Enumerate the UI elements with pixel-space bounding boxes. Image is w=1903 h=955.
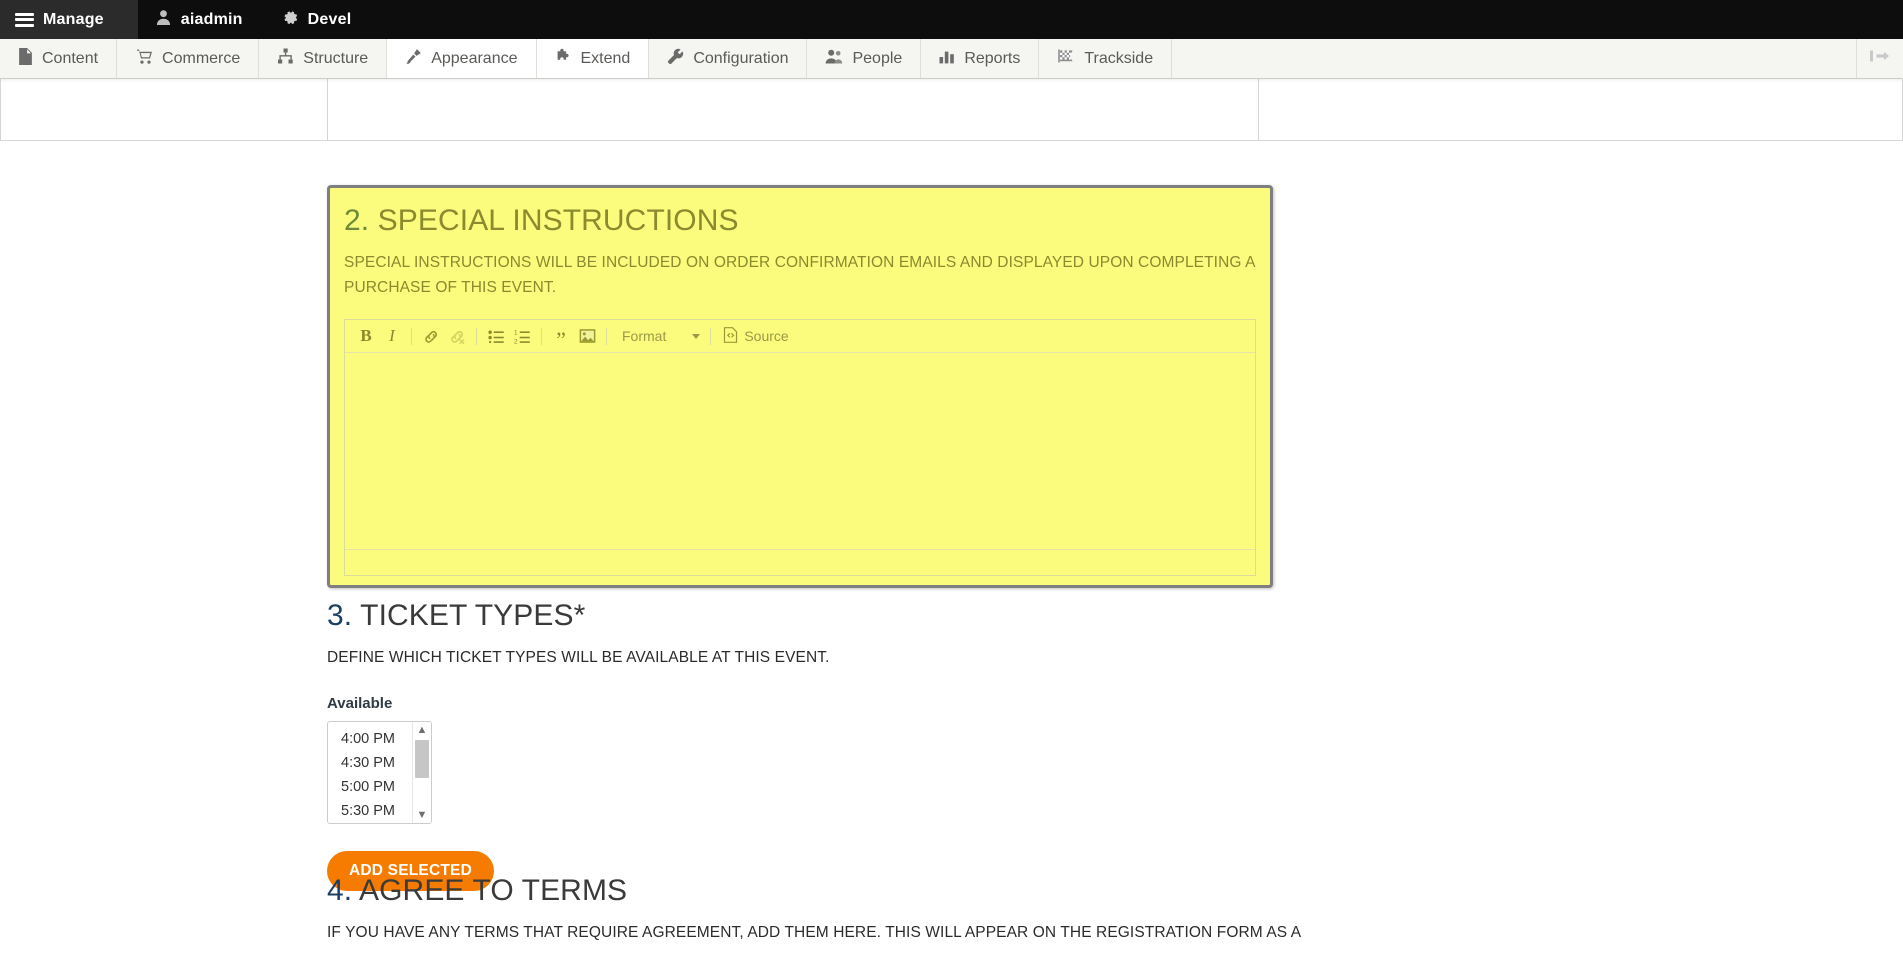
tray-item-appearance[interactable]: Appearance (387, 39, 537, 78)
list-item[interactable]: 5:30 PM (328, 799, 412, 823)
tray-item-configuration-label: Configuration (693, 49, 789, 67)
source-button[interactable]: Source (717, 324, 794, 348)
tray-item-commerce-label: Commerce (162, 49, 241, 67)
ticket-types-listbox[interactable]: 4:00 PM 4:30 PM 5:00 PM 5:30 PM ▲ ▼ (327, 721, 432, 824)
tray-item-structure[interactable]: Structure (259, 39, 388, 78)
toolbar-separator (476, 327, 477, 345)
sitemap-icon (277, 48, 294, 69)
admin-menu-account-label: aiadmin (180, 10, 243, 28)
format-dropdown-label: Format (622, 328, 667, 344)
orientation-toggle-button[interactable] (1857, 39, 1903, 78)
people-icon (825, 48, 843, 70)
tray-item-trackside-label: Trackside (1084, 49, 1154, 67)
section-ticket-types-description: DEFINE WHICH TICKET TYPES WILL BE AVAILA… (327, 649, 830, 666)
tray-item-people-label: People (852, 49, 903, 67)
section-agree-to-terms-title: 4. AGREE TO TERMS (327, 874, 1259, 908)
toolbar-separator (710, 327, 712, 345)
puzzle-piece-icon (555, 48, 572, 69)
previous-editor-remnant (327, 79, 1259, 141)
section-ticket-types-number: 3. (327, 599, 353, 632)
toolbar-separator (411, 327, 412, 345)
admin-menu-manage-label: Manage (43, 10, 104, 28)
chevron-down-icon (692, 333, 701, 339)
special-instructions-editor-body[interactable] (345, 353, 1255, 549)
tray-item-trackside[interactable]: Trackside (1039, 39, 1173, 78)
file-icon (18, 47, 33, 70)
bar-chart-icon (939, 48, 955, 69)
format-dropdown[interactable]: Format (613, 324, 704, 348)
previous-editor-body[interactable] (327, 79, 1259, 141)
tray-item-structure-label: Structure (303, 49, 369, 67)
unlink-icon[interactable] (444, 324, 470, 348)
paintbrush-icon (405, 48, 422, 70)
admin-menu-manage[interactable]: Manage (0, 0, 138, 39)
listbox-scrollbar[interactable]: ▲ ▼ (412, 722, 431, 823)
wrench-icon (667, 48, 684, 70)
admin-toolbar: Manage aiadmin Devel (0, 0, 1903, 39)
tray-item-reports[interactable]: Reports (921, 39, 1040, 78)
special-instructions-editor: B I 12 ” Format Source (344, 319, 1256, 576)
editor-toolbar: B I 12 ” Format Source (345, 320, 1255, 353)
admin-menu-devel-label: Devel (307, 10, 352, 28)
tray-item-extend[interactable]: Extend (536, 39, 650, 78)
page-body: 2. SPECIAL INSTRUCTIONS SPECIAL INSTRUCT… (0, 79, 1903, 955)
admin-menu-devel[interactable]: Devel (265, 0, 374, 39)
section-special-instructions-number: 2. (344, 204, 370, 237)
section-special-instructions: 2. SPECIAL INSTRUCTIONS SPECIAL INSTRUCT… (327, 185, 1273, 588)
image-icon[interactable] (574, 324, 600, 348)
list-item[interactable]: 4:30 PM (328, 751, 412, 775)
tray-item-commerce[interactable]: Commerce (117, 39, 260, 78)
section-special-instructions-title: 2. SPECIAL INSTRUCTIONS (344, 204, 1256, 238)
tray-item-content[interactable]: Content (0, 39, 118, 78)
italic-icon[interactable]: I (379, 324, 405, 348)
checkered-flag-icon (1057, 48, 1075, 69)
scroll-down-icon[interactable]: ▼ (417, 810, 428, 821)
toolbar-separator (606, 327, 607, 345)
editor-status-bar (345, 549, 1255, 575)
numbered-list-icon[interactable]: 12 (509, 324, 535, 348)
bold-icon[interactable]: B (353, 324, 379, 348)
admin-menu-account[interactable]: aiadmin (138, 0, 265, 39)
orientation-toggle-icon (1869, 49, 1891, 68)
svg-text:2: 2 (514, 338, 518, 345)
scroll-up-icon[interactable]: ▲ (417, 725, 428, 736)
tray-item-extend-label: Extend (580, 49, 631, 67)
list-item[interactable]: 5:00 PM (328, 775, 412, 799)
section-agree-to-terms-number: 4. (327, 874, 353, 907)
user-icon (155, 9, 172, 31)
tray-item-reports-label: Reports (964, 49, 1021, 67)
hamburger-icon (15, 12, 34, 27)
bulleted-list-icon[interactable] (483, 324, 509, 348)
scrollbar-thumb[interactable] (415, 740, 429, 778)
tray-item-people[interactable]: People (807, 39, 922, 78)
toolbar-separator (541, 327, 542, 345)
available-label: Available (327, 695, 393, 712)
tray-filler (1172, 39, 1857, 78)
section-ticket-types: 3. TICKET TYPES* DEFINE WHICH TICKET TYP… (327, 599, 1259, 891)
shopping-cart-icon (135, 48, 153, 70)
list-item[interactable]: 4:00 PM (328, 727, 412, 751)
tray-item-appearance-label: Appearance (431, 49, 518, 67)
link-icon[interactable] (418, 324, 444, 348)
section-special-instructions-heading: SPECIAL INSTRUCTIONS (377, 204, 739, 237)
section-ticket-types-heading: TICKET TYPES* (360, 599, 586, 632)
tray-item-configuration[interactable]: Configuration (649, 39, 808, 78)
blockquote-icon[interactable]: ” (548, 324, 574, 350)
section-agree-to-terms-heading: AGREE TO TERMS (359, 874, 628, 907)
section-agree-to-terms-description: IF YOU HAVE ANY TERMS THAT REQUIRE AGREE… (327, 924, 1302, 941)
section-special-instructions-description: SPECIAL INSTRUCTIONS WILL BE INCLUDED ON… (344, 254, 1255, 296)
gear-icon (282, 9, 299, 31)
admin-menu-tray: Content Commerce Structure Appearance Ex… (0, 39, 1903, 79)
section-ticket-types-title: 3. TICKET TYPES* (327, 599, 1259, 633)
svg-text:1: 1 (514, 329, 518, 336)
tray-item-content-label: Content (42, 49, 99, 67)
source-button-label: Source (744, 328, 789, 344)
section-agree-to-terms: 4. AGREE TO TERMS IF YOU HAVE ANY TERMS … (327, 874, 1301, 945)
source-icon (723, 326, 738, 346)
ticket-types-options: 4:00 PM 4:30 PM 5:00 PM 5:30 PM (328, 722, 412, 823)
